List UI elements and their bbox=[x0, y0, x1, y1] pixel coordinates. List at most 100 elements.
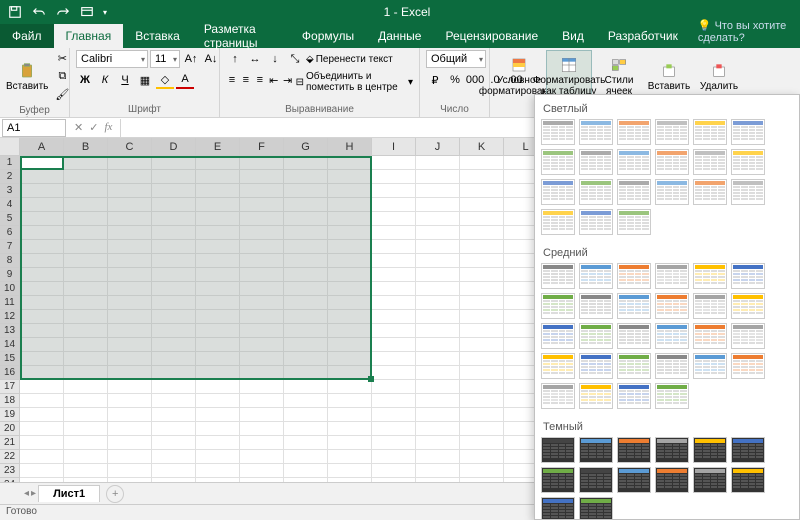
cell[interactable] bbox=[108, 380, 152, 394]
tab-Вставка[interactable]: Вставка bbox=[123, 24, 192, 48]
cell[interactable] bbox=[108, 296, 152, 310]
cell[interactable] bbox=[64, 184, 108, 198]
tab-Данные[interactable]: Данные bbox=[366, 24, 433, 48]
cell[interactable] bbox=[20, 170, 64, 184]
table-style-swatch[interactable] bbox=[655, 467, 689, 493]
cell[interactable] bbox=[284, 380, 328, 394]
cell[interactable] bbox=[460, 436, 504, 450]
cell[interactable] bbox=[416, 212, 460, 226]
table-style-swatch[interactable] bbox=[731, 323, 765, 349]
cell[interactable] bbox=[416, 254, 460, 268]
table-style-swatch[interactable] bbox=[731, 179, 765, 205]
cell[interactable] bbox=[196, 408, 240, 422]
cell[interactable] bbox=[284, 282, 328, 296]
col-header[interactable]: C bbox=[108, 138, 152, 156]
cell[interactable] bbox=[372, 184, 416, 198]
cell[interactable] bbox=[20, 422, 64, 436]
cell[interactable] bbox=[64, 450, 108, 464]
tab-Разработчик[interactable]: Разработчик bbox=[596, 24, 690, 48]
cell[interactable] bbox=[108, 170, 152, 184]
cell[interactable] bbox=[416, 296, 460, 310]
table-style-swatch[interactable] bbox=[693, 293, 727, 319]
col-header[interactable]: D bbox=[152, 138, 196, 156]
cell[interactable] bbox=[460, 156, 504, 170]
align-left-icon[interactable]: ≡ bbox=[226, 71, 238, 89]
cell[interactable] bbox=[460, 324, 504, 338]
cell[interactable] bbox=[284, 240, 328, 254]
cell[interactable] bbox=[416, 184, 460, 198]
table-style-swatch[interactable] bbox=[731, 437, 765, 463]
col-header[interactable]: I bbox=[372, 138, 416, 156]
cell[interactable] bbox=[284, 464, 328, 478]
row-header[interactable]: 12 bbox=[0, 310, 20, 324]
cell[interactable] bbox=[372, 240, 416, 254]
row-header[interactable]: 8 bbox=[0, 254, 20, 268]
cell[interactable] bbox=[108, 156, 152, 170]
tell-me-input[interactable]: 💡 Что вы хотите сделать? bbox=[690, 15, 800, 48]
cell[interactable] bbox=[372, 296, 416, 310]
cell[interactable] bbox=[152, 394, 196, 408]
cell[interactable] bbox=[152, 170, 196, 184]
cell[interactable] bbox=[20, 352, 64, 366]
cell[interactable] bbox=[328, 422, 372, 436]
cell[interactable] bbox=[64, 436, 108, 450]
qat-customize-icon[interactable] bbox=[76, 2, 98, 22]
cell[interactable] bbox=[372, 394, 416, 408]
cell[interactable] bbox=[284, 170, 328, 184]
col-header[interactable]: H bbox=[328, 138, 372, 156]
cell[interactable] bbox=[328, 310, 372, 324]
cell[interactable] bbox=[108, 282, 152, 296]
table-style-swatch[interactable] bbox=[541, 209, 575, 235]
cancel-formula-icon[interactable]: ✕ bbox=[74, 121, 83, 134]
cell[interactable] bbox=[64, 198, 108, 212]
row-header[interactable]: 16 bbox=[0, 366, 20, 380]
cell[interactable] bbox=[64, 240, 108, 254]
cell[interactable] bbox=[372, 366, 416, 380]
cell[interactable] bbox=[328, 282, 372, 296]
cell[interactable] bbox=[108, 184, 152, 198]
sheet-nav-prev-icon[interactable]: ◂ bbox=[24, 488, 29, 499]
cell[interactable] bbox=[152, 464, 196, 478]
cell[interactable] bbox=[416, 156, 460, 170]
cell[interactable] bbox=[240, 324, 284, 338]
cell[interactable] bbox=[152, 198, 196, 212]
cell[interactable] bbox=[196, 394, 240, 408]
table-style-swatch[interactable] bbox=[617, 263, 651, 289]
cell[interactable] bbox=[460, 366, 504, 380]
cell[interactable] bbox=[460, 408, 504, 422]
paste-button[interactable]: Вставить bbox=[6, 50, 48, 104]
align-center-icon[interactable]: ≡ bbox=[240, 71, 252, 89]
cell[interactable] bbox=[328, 268, 372, 282]
table-style-swatch[interactable] bbox=[541, 149, 575, 175]
cell[interactable] bbox=[152, 338, 196, 352]
cell[interactable] bbox=[152, 436, 196, 450]
cell[interactable] bbox=[196, 268, 240, 282]
row-header[interactable]: 19 bbox=[0, 408, 20, 422]
cell[interactable] bbox=[152, 422, 196, 436]
row-header[interactable]: 2 bbox=[0, 170, 20, 184]
cell[interactable] bbox=[20, 240, 64, 254]
table-style-swatch[interactable] bbox=[731, 467, 765, 493]
table-style-swatch[interactable] bbox=[579, 467, 613, 493]
underline-button[interactable]: Ч bbox=[116, 71, 134, 89]
cell[interactable] bbox=[372, 156, 416, 170]
cell[interactable] bbox=[108, 198, 152, 212]
table-style-swatch[interactable] bbox=[541, 293, 575, 319]
cell[interactable] bbox=[328, 170, 372, 184]
cell[interactable] bbox=[20, 436, 64, 450]
table-style-swatch[interactable] bbox=[579, 149, 613, 175]
cell[interactable] bbox=[240, 268, 284, 282]
table-style-swatch[interactable] bbox=[541, 263, 575, 289]
table-style-swatch[interactable] bbox=[693, 149, 727, 175]
cell[interactable] bbox=[372, 310, 416, 324]
currency-icon[interactable]: ₽ bbox=[426, 71, 444, 89]
cell[interactable] bbox=[108, 268, 152, 282]
cell[interactable] bbox=[20, 296, 64, 310]
font-color-icon[interactable]: A bbox=[176, 71, 194, 89]
cell[interactable] bbox=[328, 408, 372, 422]
enter-formula-icon[interactable]: ✓ bbox=[89, 121, 98, 134]
table-style-swatch[interactable] bbox=[541, 497, 575, 520]
cell[interactable] bbox=[152, 352, 196, 366]
cell[interactable] bbox=[64, 380, 108, 394]
cell[interactable] bbox=[196, 464, 240, 478]
